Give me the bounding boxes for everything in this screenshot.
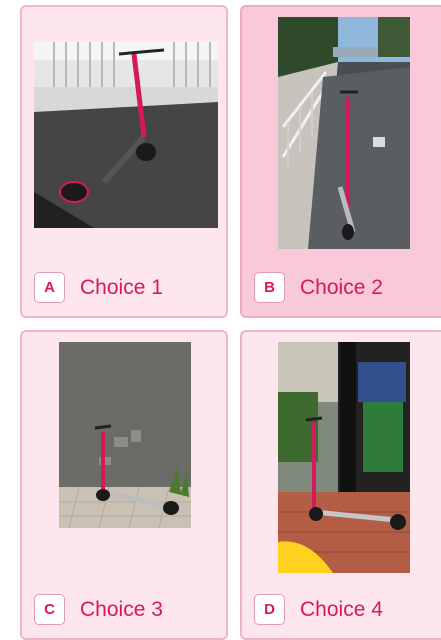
choice-letter-badge: B: [254, 272, 285, 303]
scooter-photo: [278, 342, 410, 573]
scooter-photo: [34, 42, 218, 228]
choice-letter-badge: C: [34, 594, 65, 625]
choice-label: Choice 4: [300, 597, 383, 621]
choice-letter-badge: A: [34, 272, 65, 303]
choice-label: Choice 1: [80, 275, 163, 299]
scooter-photo: [278, 17, 410, 249]
choice-card-b[interactable]: B Choice 2: [240, 5, 441, 318]
scooter-photo: [59, 342, 191, 528]
choice-card-c[interactable]: C Choice 3: [20, 330, 228, 640]
choice-label: Choice 2: [300, 275, 383, 299]
choice-card-a[interactable]: A Choice 1: [20, 5, 228, 318]
choice-label: Choice 3: [80, 597, 163, 621]
choice-card-d[interactable]: D Choice 4: [240, 330, 441, 640]
choice-letter-badge: D: [254, 594, 285, 625]
